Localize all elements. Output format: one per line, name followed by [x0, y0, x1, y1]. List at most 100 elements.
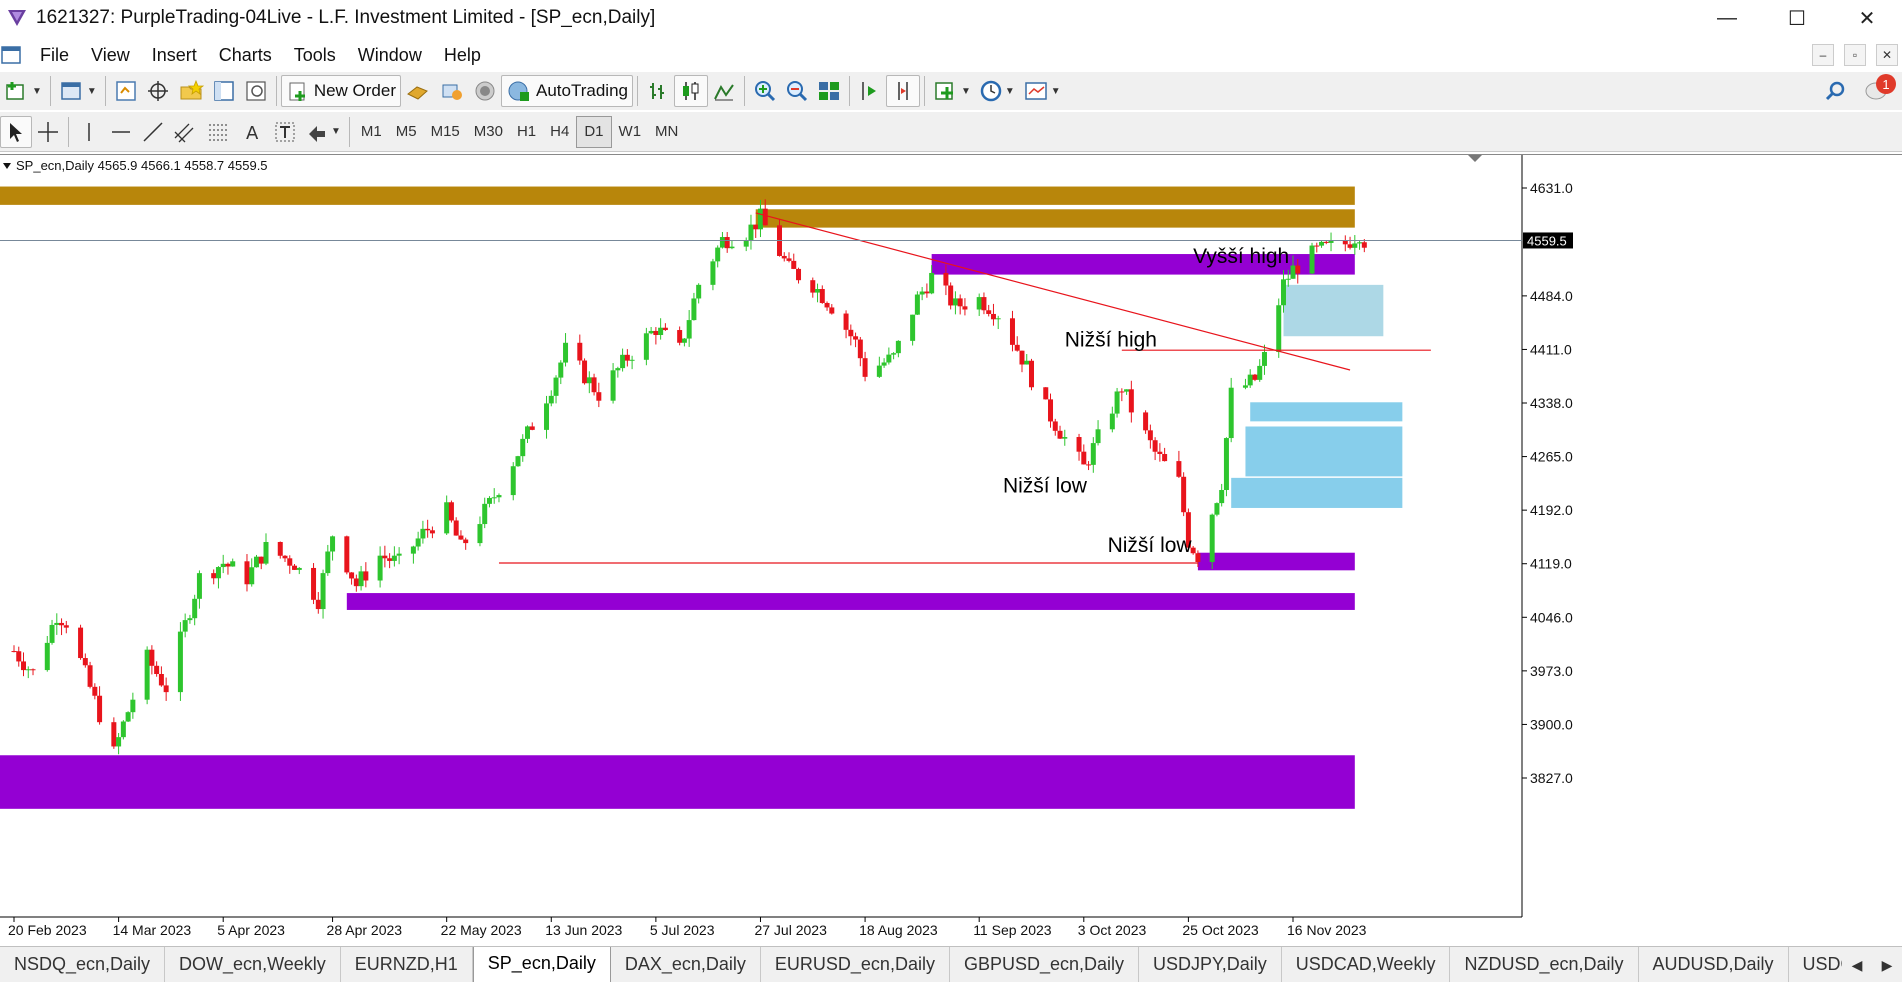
equidistant-channel-button[interactable]: [169, 116, 203, 148]
chart-tab-nzdusd-ecn-daily[interactable]: NZDUSD_ecn,Daily: [1450, 947, 1639, 982]
chart-tab-sp-ecn-daily[interactable]: SP_ecn,Daily: [472, 947, 611, 982]
annotation-text-2[interactable]: Nižší low: [1003, 475, 1088, 498]
close-button[interactable]: ✕: [1832, 0, 1902, 36]
tile-windows-button[interactable]: [813, 75, 845, 107]
auto-scroll-button[interactable]: [854, 75, 886, 107]
chart-tab-eurusd-ecn-daily[interactable]: EURUSD_ecn,Daily: [761, 947, 950, 982]
y-tick-label-4: 4265.0: [1530, 449, 1573, 465]
fibonacci-button[interactable]: [203, 116, 237, 148]
chart-tab-eurnzd-h1[interactable]: EURNZD,H1: [341, 947, 473, 982]
timeframe-m1[interactable]: M1: [354, 116, 389, 148]
timeframe-w1[interactable]: W1: [612, 116, 649, 148]
mdi-restore-button[interactable]: ▫: [1844, 44, 1866, 66]
templates-button[interactable]: ▼: [1019, 75, 1065, 107]
market-watch-button[interactable]: [110, 75, 142, 107]
arrows-button[interactable]: ▼: [301, 116, 345, 148]
autotrading-button[interactable]: AutoTrading: [501, 75, 633, 107]
mdi-minimize-button[interactable]: –: [1812, 44, 1834, 66]
chart-tab-audusd-daily[interactable]: AUDUSD,Daily: [1639, 947, 1789, 982]
timeframe-m15[interactable]: M15: [424, 116, 467, 148]
menu-insert[interactable]: Insert: [142, 45, 209, 66]
market-button[interactable]: [469, 75, 501, 107]
price-chart[interactable]: 4559.5 4631.0 4484.0 4411.0 4338.0 4265.0 4192…: [0, 155, 1902, 947]
timeframe-h1[interactable]: H1: [510, 116, 543, 148]
menu-tools[interactable]: Tools: [284, 45, 348, 66]
candle-body-2023-06-23: [596, 392, 602, 401]
zone-lightblue-5[interactable]: [1245, 426, 1403, 477]
meta-editor-button[interactable]: [401, 75, 435, 107]
line-chart-button[interactable]: [708, 75, 740, 107]
mdi-close-button[interactable]: ✕: [1876, 44, 1898, 66]
chart-tab-nsdq-ecn-daily[interactable]: NSDQ_ecn,Daily: [0, 947, 166, 982]
gold-bar-icon: [407, 86, 428, 100]
indicators-icon: [935, 82, 953, 100]
menu-view[interactable]: View: [81, 45, 142, 66]
cursor-button[interactable]: [0, 115, 32, 148]
signals-button[interactable]: [435, 75, 469, 107]
minimize-button[interactable]: —: [1692, 0, 1762, 36]
indicators-button[interactable]: ▼: [929, 75, 975, 107]
candle-body-2023-06-26: [610, 370, 616, 401]
search-icon[interactable]: [1824, 79, 1848, 103]
chart-shift-button[interactable]: [885, 75, 920, 107]
timeframe-m5[interactable]: M5: [389, 116, 424, 148]
maximize-button[interactable]: ☐: [1762, 0, 1832, 36]
collapse-triangle-icon[interactable]: [2, 161, 12, 171]
timeframe-h4[interactable]: H4: [543, 116, 576, 148]
trendline-button[interactable]: [137, 116, 169, 148]
strategy-tester-button[interactable]: [240, 75, 272, 107]
candle-body-2023-08-01: [781, 255, 787, 259]
chart-tab-usdjpy-daily[interactable]: USDJPY,Daily: [1139, 947, 1282, 982]
navigator-button[interactable]: [174, 75, 208, 107]
chart-tab-gbpusd-ecn-daily[interactable]: GBPUSD_ecn,Daily: [950, 947, 1140, 982]
zone-lightblue-6[interactable]: [1231, 477, 1403, 508]
annotation-text-1[interactable]: Nižší high: [1065, 329, 1157, 352]
chart-tab-dax-ecn-daily[interactable]: DAX_ecn,Daily: [611, 947, 761, 982]
chart-tab-usdcad-weekly[interactable]: USDCAD,Weekly: [1282, 947, 1451, 982]
timeframe-mn[interactable]: MN: [648, 116, 685, 148]
new-chart-button[interactable]: ▼: [0, 75, 46, 107]
annotation-text-0[interactable]: Vyšší high: [1193, 245, 1289, 268]
vertical-line-button[interactable]: [73, 116, 105, 148]
chart-window-icon[interactable]: [0, 43, 24, 67]
zone-lightblue-4[interactable]: [1250, 402, 1403, 422]
zone-paleblue-3[interactable]: [1283, 284, 1384, 337]
candle-body-2023-07-27: [757, 208, 763, 230]
chart-tab-dow-ecn-weekly[interactable]: DOW_ecn,Weekly: [165, 947, 341, 982]
zone-purple-7[interactable]: [1197, 552, 1355, 571]
zone-gold-0[interactable]: [0, 186, 1355, 205]
text-label-button[interactable]: [269, 116, 301, 148]
timeframe-m30[interactable]: M30: [467, 116, 510, 148]
menu-file[interactable]: File: [30, 45, 81, 66]
chart-shift-marker[interactable]: [1468, 155, 1482, 162]
tab-scroll-arrows[interactable]: ◀ ▶: [1842, 947, 1902, 982]
data-window-button[interactable]: [142, 75, 174, 107]
timeframe-d1[interactable]: D1: [576, 115, 612, 148]
candle-body-2023-05-15: [410, 546, 416, 554]
candlestick-chart-button[interactable]: [673, 75, 708, 107]
annotation-text-3[interactable]: Nižší low: [1108, 534, 1193, 557]
menu-help[interactable]: Help: [434, 45, 493, 66]
candle-body-2023-08-03: [791, 260, 797, 269]
candle-body-2023-10-19: [1157, 451, 1163, 455]
menu-charts[interactable]: Charts: [209, 45, 284, 66]
new-order-button[interactable]: New Order: [280, 75, 401, 107]
periods-button[interactable]: ▼: [975, 75, 1019, 107]
profiles-button[interactable]: ▼: [55, 75, 101, 107]
horizontal-line-button[interactable]: [105, 116, 137, 148]
zone-purple-8[interactable]: [346, 593, 1355, 610]
notifications-button[interactable]: 1: [1864, 74, 1896, 106]
trendline-0[interactable]: [755, 212, 1351, 371]
bar-chart-button[interactable]: [642, 75, 674, 107]
crosshair-button[interactable]: [32, 116, 64, 148]
zone-purple-9[interactable]: [0, 755, 1355, 809]
text-button[interactable]: A: [237, 116, 269, 148]
chart-window[interactable]: 4559.5 4631.0 4484.0 4411.0 4338.0 4265.0 4192…: [0, 154, 1902, 946]
zone-gold-1[interactable]: [755, 209, 1355, 228]
menu-window[interactable]: Window: [348, 45, 434, 66]
zoom-out-button[interactable]: [781, 75, 813, 107]
scroll-right-icon[interactable]: ▶: [1882, 957, 1893, 974]
zoom-in-button[interactable]: [749, 75, 781, 107]
terminal-button[interactable]: [208, 75, 240, 107]
scroll-left-icon[interactable]: ◀: [1852, 957, 1863, 974]
